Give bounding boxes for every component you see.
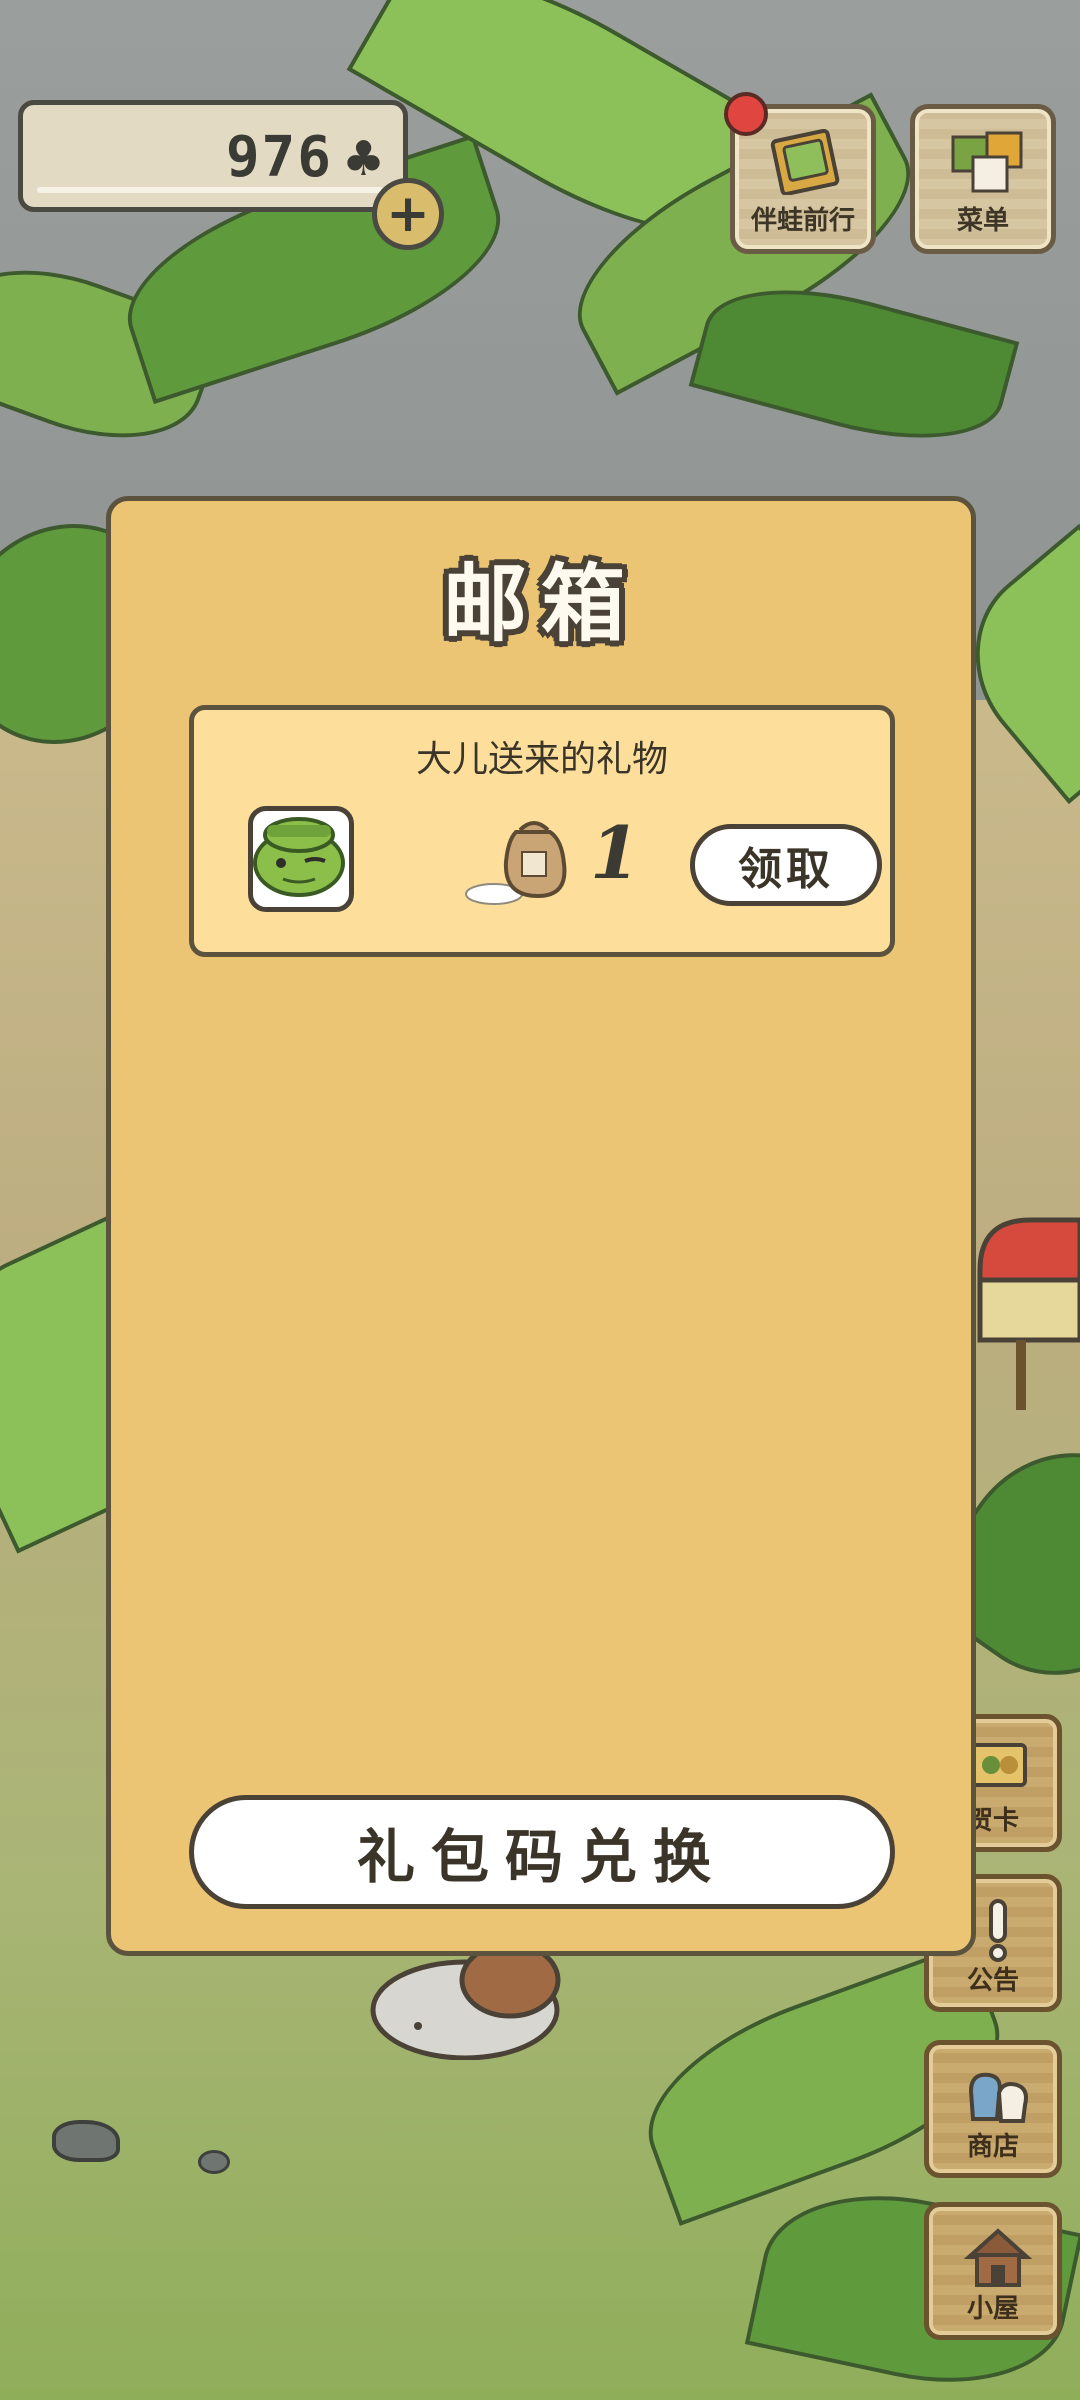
mailbox-title: 邮箱	[442, 555, 639, 653]
mail-item: 大儿送来的礼物 1 领取	[189, 705, 895, 957]
clover-bar	[37, 187, 383, 193]
menu-cards-icon	[951, 131, 1023, 193]
claim-button[interactable]: 领取	[690, 824, 882, 906]
frog-journey-label: 伴蛙前行	[750, 206, 855, 236]
postbox	[977, 1217, 1080, 1410]
plus-icon: +	[386, 184, 430, 244]
announcement-label: 公告	[966, 1966, 1019, 1996]
album-icon	[770, 129, 840, 195]
mail-item-title: 大儿送来的礼物	[415, 739, 668, 780]
house-button[interactable]: 小屋	[924, 2202, 1062, 2340]
clover-counter: 976 ♣	[18, 100, 408, 212]
rice-bag-icon	[465, 821, 567, 905]
gift-code-redeem-button[interactable]: 礼包码兑换	[189, 1795, 895, 1909]
clover-icon: ♣	[341, 131, 385, 187]
add-clover-button[interactable]: +	[372, 178, 444, 250]
shop-button[interactable]: 商店	[924, 2040, 1062, 2178]
menu-button[interactable]: 菜单	[910, 104, 1056, 254]
house-label: 小屋	[966, 2294, 1019, 2324]
menu-label: 菜单	[956, 206, 1009, 236]
stone	[198, 2150, 230, 2174]
house-icon	[963, 2228, 1033, 2287]
mailbox-panel: 邮箱 大儿送来的礼物 1 领取 礼包码兑换	[106, 496, 976, 1956]
clover-count: 976	[225, 125, 333, 190]
notification-dot	[724, 92, 768, 136]
shop-label: 商店	[966, 2132, 1019, 2162]
gift-count: 1	[590, 810, 641, 895]
shop-bags-icon	[968, 2072, 1028, 2123]
stone	[52, 2120, 120, 2162]
frog-avatar-icon	[248, 806, 354, 912]
